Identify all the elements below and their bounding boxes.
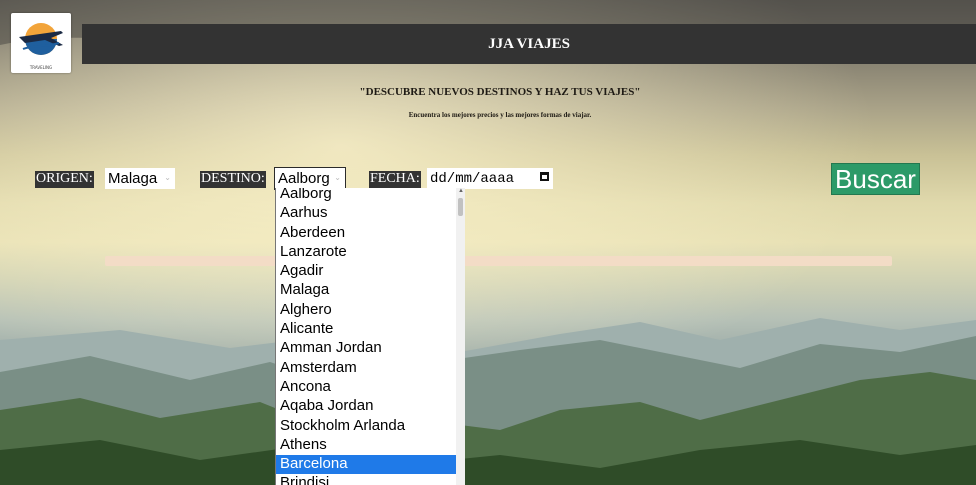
origin-select-value: Malaga	[108, 170, 158, 187]
site-title: JJA VIAJES	[488, 35, 570, 52]
origin-select[interactable]: Malaga ⌄	[105, 168, 175, 189]
chevron-down-icon: ⌄	[334, 173, 341, 182]
dropdown-option[interactable]: Aqaba Jordan	[276, 397, 456, 416]
destination-label: DESTINO:	[200, 171, 266, 188]
date-placeholder: dd/mm/aaaa	[430, 170, 515, 187]
dropdown-option[interactable]: Athens	[276, 436, 456, 455]
dropdown-scrollbar[interactable]: ▲	[456, 188, 465, 485]
date-label: FECHA:	[369, 171, 421, 188]
dropdown-option[interactable]: Stockholm Arlanda	[276, 417, 456, 436]
dropdown-options: Aalborg Aarhus Aberdeen Lanzarote Agadir Mala…	[276, 188, 456, 485]
dropdown-option[interactable]: Malaga	[276, 281, 456, 300]
dropdown-option[interactable]: Ancona	[276, 378, 456, 397]
scroll-up-icon[interactable]: ▲	[458, 188, 464, 194]
destination-select-value: Aalborg	[278, 170, 330, 187]
results-bar	[105, 256, 892, 266]
dropdown-option[interactable]: Amsterdam	[276, 359, 456, 378]
dropdown-option[interactable]: Barcelona	[276, 455, 456, 475]
date-input[interactable]: dd/mm/aaaa	[427, 168, 553, 189]
dropdown-option[interactable]: Alicante	[276, 320, 456, 339]
dropdown-option[interactable]: Brindisi	[276, 474, 456, 485]
chevron-down-icon: ⌄	[164, 173, 171, 182]
mountain-scenery	[0, 0, 976, 485]
destination-dropdown-list[interactable]: Aalborg Aarhus Aberdeen Lanzarote Agadir Mala…	[275, 188, 465, 485]
origin-label: ORIGEN:	[35, 171, 94, 188]
dropdown-option[interactable]: Lanzarote	[276, 243, 456, 262]
dropdown-option[interactable]: Aalborg	[276, 188, 456, 204]
scroll-thumb[interactable]	[458, 198, 463, 216]
background-landscape	[0, 0, 976, 485]
brand-logo[interactable]: TRAVELING	[11, 13, 71, 73]
logo-text: TRAVELING	[29, 65, 53, 70]
hero-headline: "DESCUBRE NUEVOS DESTINOS Y HAZ TUS VIAJ…	[359, 86, 641, 98]
hero-subline: Encuentra los mejores precios y las mejo…	[408, 111, 592, 119]
dropdown-option[interactable]: Alghero	[276, 301, 456, 320]
top-bar: JJA VIAJES	[82, 24, 976, 64]
destination-select[interactable]: Aalborg ⌄	[274, 167, 346, 190]
search-button[interactable]: Buscar	[831, 163, 920, 195]
calendar-icon[interactable]	[540, 172, 549, 181]
dropdown-option[interactable]: Aarhus	[276, 204, 456, 223]
dropdown-option[interactable]: Agadir	[276, 262, 456, 281]
dropdown-option[interactable]: Aberdeen	[276, 224, 456, 243]
dropdown-option[interactable]: Amman Jordan	[276, 339, 456, 358]
plane-globe-icon	[19, 23, 63, 55]
